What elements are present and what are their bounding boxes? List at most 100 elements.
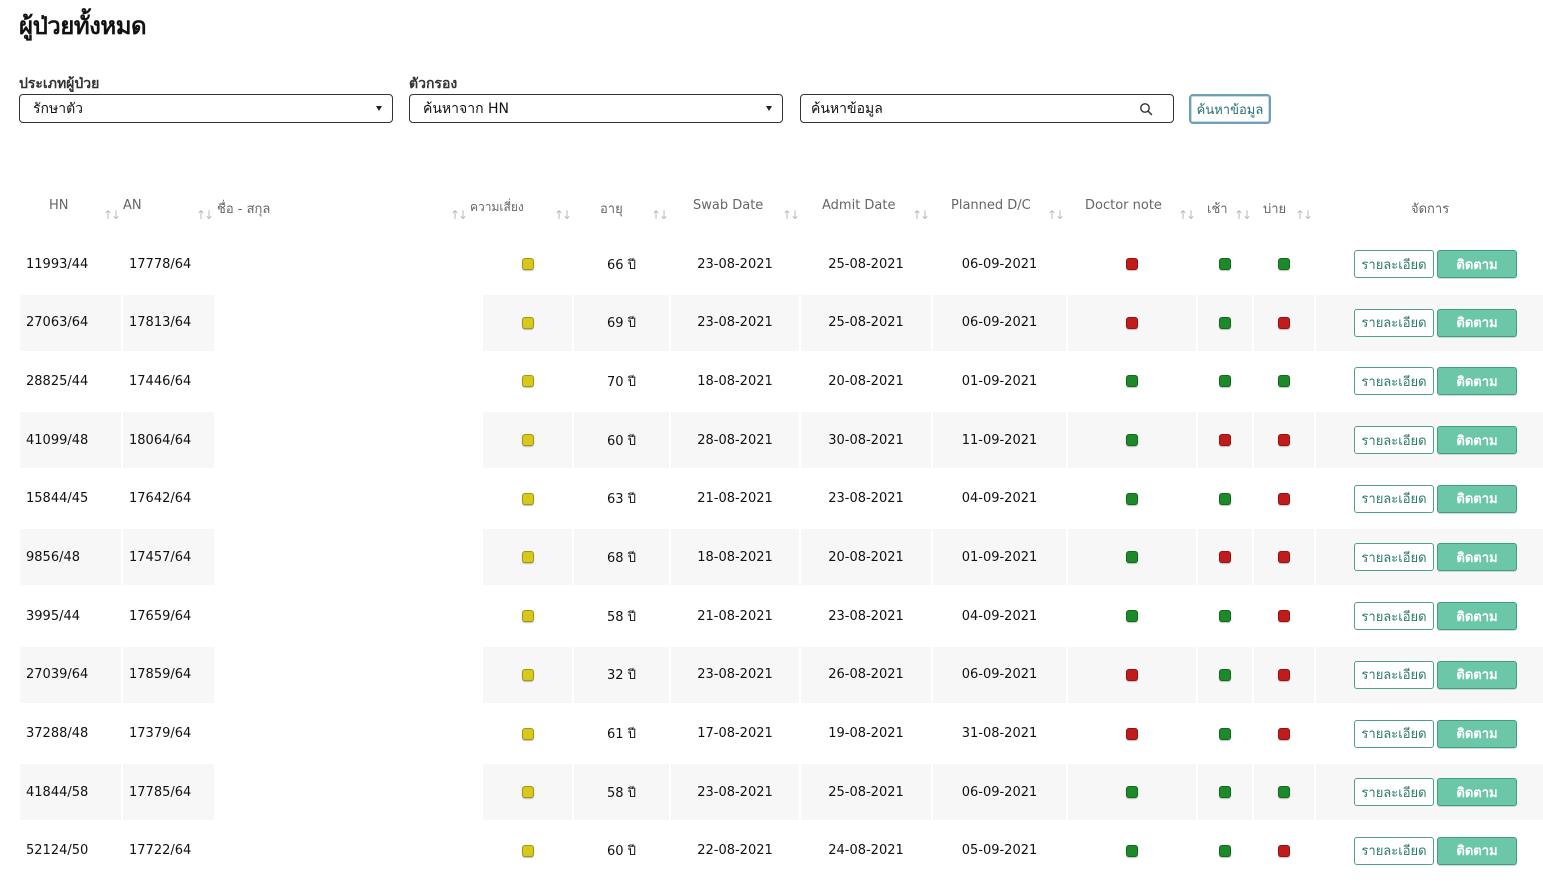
an-cell-text: 17778/64 — [129, 256, 192, 272]
header-morning[interactable]: เช้า — [1207, 198, 1228, 219]
planned-dc-cell-text: 06-09-2021 — [961, 315, 1038, 331]
planned-dc-cell-text: 05-09-2021 — [961, 843, 1038, 859]
detail-button[interactable]: รายละเอียด — [1354, 719, 1434, 748]
planned-dc-cell-text: 01-09-2021 — [961, 549, 1038, 565]
follow-button[interactable]: ติดตาม — [1437, 426, 1517, 455]
detail-button[interactable]: รายละเอียด — [1354, 660, 1434, 689]
an-cell: 17379/64 — [123, 706, 214, 762]
header-admit-date[interactable]: Admit Date — [822, 198, 896, 213]
age-cell-text: 68 ปี — [607, 550, 636, 566]
detail-button[interactable]: รายละเอียด — [1354, 426, 1434, 455]
admit-date-cell: 19-08-2021 — [801, 706, 931, 762]
status-dot-yellow — [521, 786, 534, 799]
admit-date-cell-text: 30-08-2021 — [828, 432, 904, 448]
filter-value: ค้นหาจาก HN — [423, 100, 510, 117]
status-dot-green — [1278, 258, 1290, 270]
doctor-note-indicator — [1068, 764, 1196, 821]
follow-button[interactable]: ติดตาม — [1437, 367, 1517, 396]
risk-indicator — [483, 588, 572, 644]
planned-dc-cell: 06-09-2021 — [933, 646, 1066, 703]
planned-dc-cell: 06-09-2021 — [933, 294, 1066, 351]
morning-indicator — [1198, 412, 1252, 469]
detail-button[interactable]: รายละเอียด — [1354, 778, 1434, 807]
hn-cell: 11993/44 — [20, 236, 121, 292]
header-swab-date[interactable]: Swab Date — [693, 198, 763, 213]
filter-select[interactable]: ค้นหาจาก HN — [409, 94, 783, 123]
detail-button[interactable]: รายละเอียด — [1354, 543, 1434, 572]
age-cell: 58 ปี — [574, 764, 669, 821]
sort-icon[interactable]: ↑↓ — [103, 208, 121, 222]
planned-dc-cell: 06-09-2021 — [933, 236, 1066, 292]
follow-button[interactable]: ติดตาม — [1437, 543, 1517, 572]
swab-date-cell: 23-08-2021 — [671, 764, 799, 821]
follow-button[interactable]: ติดตาม — [1437, 484, 1517, 513]
table-header: HN ↑↓ AN ↑↓ ชื่อ - สกุล ↑↓ ความเสี่ยง ↑↓… — [20, 180, 1543, 236]
header-doctor-note[interactable]: Doctor note — [1085, 198, 1162, 213]
afternoon-indicator — [1254, 471, 1314, 527]
follow-button[interactable]: ติดตาม — [1437, 778, 1517, 807]
search-input[interactable]: ค้นหาข้อมูล — [800, 94, 1174, 123]
sort-icon[interactable]: ↑↓ — [1295, 208, 1313, 222]
hn-cell: 41099/48 — [20, 412, 121, 469]
swab-date-cell: 28-08-2021 — [671, 412, 799, 469]
follow-button[interactable]: ติดตาม — [1437, 836, 1517, 865]
planned-dc-cell-text: 04-09-2021 — [961, 608, 1038, 624]
detail-button[interactable]: รายละเอียด — [1354, 367, 1434, 396]
age-cell-text: 69 ปี — [607, 316, 636, 332]
header-manage: จัดการ — [1411, 202, 1450, 217]
header-name[interactable]: ชื่อ - สกุล — [217, 198, 270, 219]
follow-button[interactable]: ติดตาม — [1437, 660, 1517, 689]
header-an[interactable]: AN — [123, 198, 142, 213]
detail-button[interactable]: รายละเอียด — [1354, 250, 1434, 278]
hn-cell-text: 41844/58 — [26, 784, 89, 800]
risk-indicator — [483, 412, 572, 469]
sort-icon[interactable]: ↑↓ — [196, 208, 214, 222]
search-icon[interactable] — [1139, 102, 1153, 116]
swab-date-cell-text: 28-08-2021 — [697, 432, 773, 448]
chevron-down-icon — [766, 106, 772, 111]
search-button[interactable]: ค้นหาข้อมูล — [1189, 94, 1271, 124]
header-planned-dc[interactable]: Planned D/C — [951, 198, 1031, 213]
sort-icon[interactable]: ↑↓ — [554, 208, 572, 222]
admit-date-cell: 30-08-2021 — [801, 412, 931, 469]
detail-button[interactable]: รายละเอียด — [1354, 308, 1434, 337]
an-cell-text: 17859/64 — [129, 667, 192, 683]
age-cell: 69 ปี — [574, 294, 669, 351]
follow-button[interactable]: ติดตาม — [1437, 719, 1517, 748]
patient-type-select[interactable]: รักษาตัว — [19, 94, 393, 123]
sort-icon[interactable]: ↑↓ — [1047, 208, 1065, 222]
status-dot-red — [1278, 844, 1290, 857]
hn-cell-text: 37288/48 — [26, 726, 89, 741]
admit-date-cell-text: 19-08-2021 — [828, 726, 904, 741]
afternoon-indicator — [1254, 823, 1314, 879]
follow-button[interactable]: ติดตาม — [1437, 308, 1517, 337]
status-dot-red — [1278, 492, 1290, 505]
follow-button[interactable]: ติดตาม — [1437, 602, 1517, 631]
age-cell-text: 63 ปี — [607, 492, 636, 508]
hn-cell-text: 27039/64 — [26, 667, 89, 683]
header-risk[interactable]: ความเสี่ยง — [470, 198, 524, 217]
afternoon-indicator — [1254, 646, 1314, 703]
planned-dc-cell-text: 06-09-2021 — [961, 667, 1038, 683]
header-hn[interactable]: HN — [49, 198, 69, 213]
sort-icon[interactable]: ↑↓ — [782, 208, 800, 222]
sort-icon[interactable]: ↑↓ — [450, 208, 468, 222]
morning-indicator — [1198, 764, 1252, 821]
age-cell: 60 ปี — [574, 823, 669, 879]
follow-button[interactable]: ติดตาม — [1437, 250, 1517, 278]
afternoon-indicator — [1254, 294, 1314, 351]
detail-button[interactable]: รายละเอียด — [1354, 602, 1434, 631]
morning-indicator — [1198, 294, 1252, 351]
header-age[interactable]: อายุ — [600, 198, 623, 219]
header-afternoon[interactable]: บ่าย — [1263, 198, 1286, 219]
sort-icon[interactable]: ↑↓ — [1178, 208, 1196, 222]
table-row: 15844/45 17642/64 63 ปี 21-08-2021 23-08-202… — [20, 471, 1543, 530]
swab-date-cell-text: 21-08-2021 — [697, 608, 773, 624]
sort-icon[interactable]: ↑↓ — [912, 208, 930, 222]
sort-icon[interactable]: ↑↓ — [1234, 208, 1252, 222]
an-cell-text: 18064/64 — [129, 432, 192, 448]
detail-button[interactable]: รายละเอียด — [1354, 484, 1434, 513]
age-cell-text: 58 ปี — [607, 609, 636, 625]
sort-icon[interactable]: ↑↓ — [651, 208, 669, 222]
detail-button[interactable]: รายละเอียด — [1354, 836, 1434, 865]
